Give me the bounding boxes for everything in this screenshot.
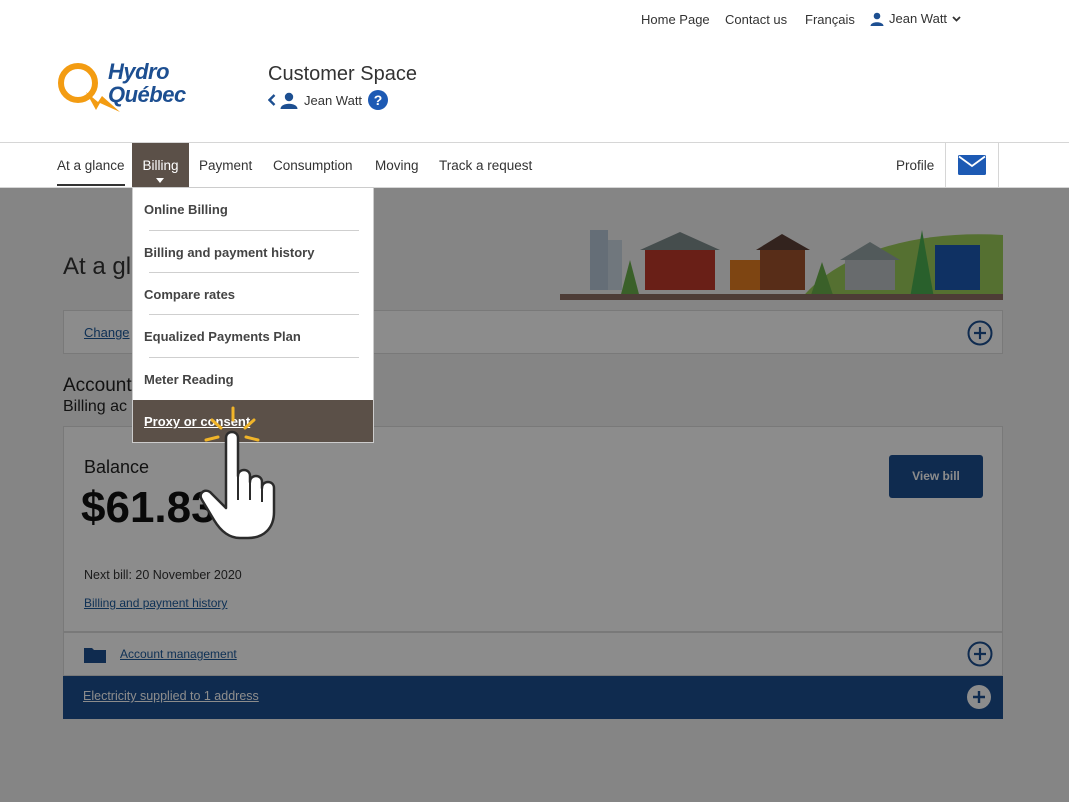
menu-item-billing-payment-history[interactable]: Billing and payment history xyxy=(133,231,373,273)
customer-space-title: Customer Space xyxy=(268,63,417,85)
menu-item-online-billing[interactable]: Online Billing xyxy=(133,188,373,230)
help-icon[interactable]: ? xyxy=(368,90,389,110)
nav-moving[interactable]: Moving xyxy=(375,143,419,188)
language-link[interactable]: Français xyxy=(805,12,855,27)
menu-item-equalized-payments[interactable]: Equalized Payments Plan xyxy=(133,315,373,357)
nav-billing-label: Billing xyxy=(142,158,179,173)
caret-down-icon xyxy=(156,178,164,183)
nav-divider xyxy=(945,143,946,188)
svg-text:?: ? xyxy=(374,92,383,108)
nav-at-a-glance[interactable]: At a glance xyxy=(57,143,125,188)
logo-text-quebec: Québec xyxy=(108,82,186,107)
menu-item-label: Equalized Payments Plan xyxy=(144,329,301,344)
nav-profile[interactable]: Profile xyxy=(896,143,934,188)
chevron-down-icon xyxy=(952,15,961,22)
menu-item-label: Online Billing xyxy=(144,202,228,217)
menu-item-label: Meter Reading xyxy=(144,372,234,387)
menu-item-meter-reading[interactable]: Meter Reading xyxy=(133,358,373,400)
pointer-hand-click-icon xyxy=(199,406,276,540)
home-page-link[interactable]: Home Page xyxy=(641,12,710,27)
menu-item-label: Compare rates xyxy=(144,287,236,302)
nav-billing[interactable]: Billing xyxy=(132,143,189,188)
mail-icon[interactable] xyxy=(958,155,986,175)
chevron-left-icon[interactable] xyxy=(268,94,276,106)
account-name: Jean Watt xyxy=(304,92,363,108)
nav-track-request[interactable]: Track a request xyxy=(439,143,532,188)
user-icon xyxy=(280,92,298,109)
user-icon xyxy=(870,12,884,26)
nav-payment[interactable]: Payment xyxy=(199,143,252,188)
menu-item-compare-rates[interactable]: Compare rates xyxy=(133,273,373,315)
account-selector[interactable]: Jean Watt ? xyxy=(268,90,389,110)
nav-consumption[interactable]: Consumption xyxy=(273,143,353,188)
user-name: Jean Watt xyxy=(889,11,948,26)
menu-item-label: Billing and payment history xyxy=(144,245,315,260)
utility-bar: Home Page Contact us Français Jean Watt xyxy=(0,0,1069,40)
main-nav: At a glance Billing Payment Consumption … xyxy=(0,142,1069,188)
user-menu[interactable]: Jean Watt xyxy=(870,11,961,26)
nav-divider xyxy=(998,143,999,188)
hydro-quebec-logo[interactable]: Hydro Québec xyxy=(56,58,226,114)
contact-us-link[interactable]: Contact us xyxy=(725,12,787,27)
